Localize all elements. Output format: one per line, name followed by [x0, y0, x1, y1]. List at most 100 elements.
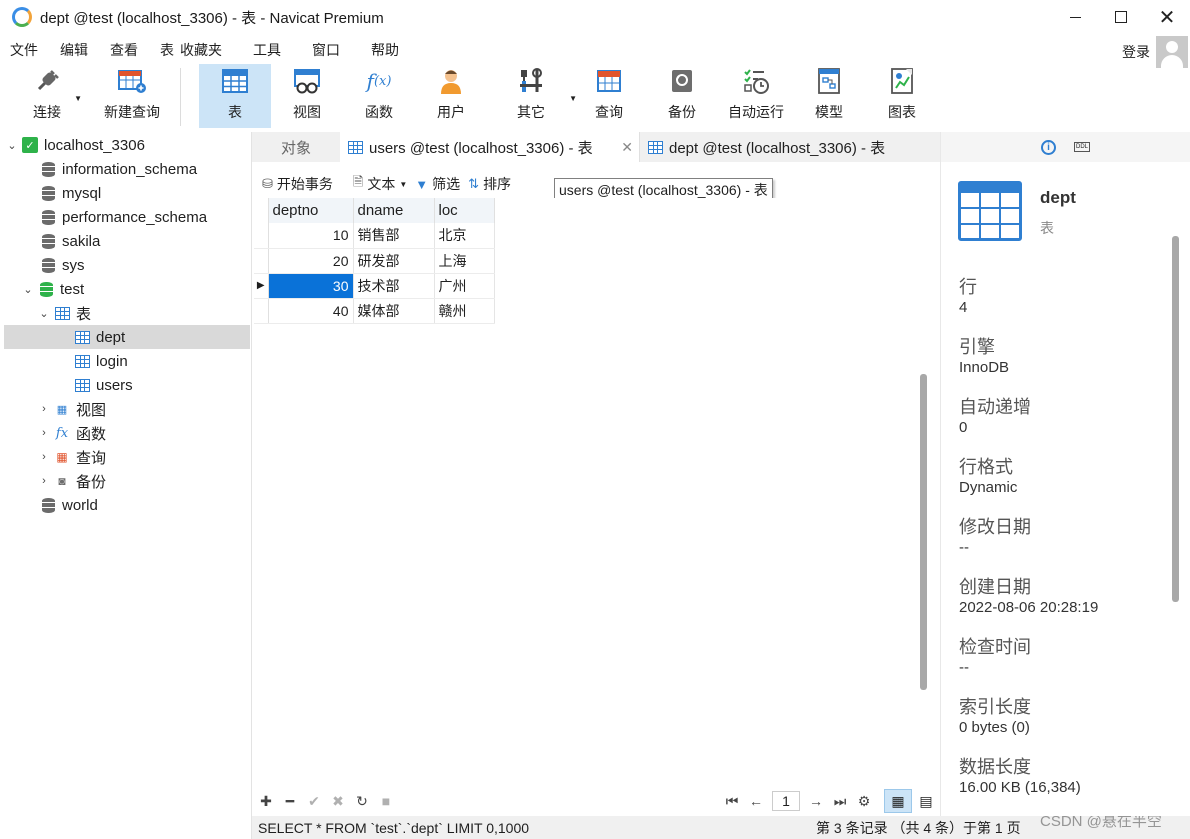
current-row-arrow-icon[interactable]: ▶	[254, 273, 269, 299]
settings-gear-icon[interactable]: ⚙	[852, 793, 876, 810]
previous-page-icon[interactable]: ←	[744, 793, 768, 809]
cell-loc[interactable]: 广州	[434, 273, 495, 299]
chevron-right-icon[interactable]: ›	[38, 403, 50, 415]
grid-scrollbar[interactable]	[920, 374, 927, 690]
tree-db-world[interactable]: world	[36, 493, 98, 517]
tree-db-sakila[interactable]: sakila	[36, 229, 100, 253]
tree-folder-functions[interactable]: › fx 函数	[38, 421, 106, 445]
cell-deptno[interactable]: 40	[268, 298, 354, 324]
cell-deptno[interactable]: 10	[268, 223, 354, 249]
view-button[interactable]: 视图	[271, 64, 343, 128]
close-button[interactable]: ✕	[1144, 0, 1190, 34]
chevron-right-icon[interactable]: ›	[38, 427, 50, 439]
login-link[interactable]: 登录	[1122, 42, 1150, 62]
tree-db-information-schema[interactable]: information_schema	[36, 157, 197, 181]
cell-deptno[interactable]: 20	[268, 248, 354, 274]
tree-table-login[interactable]: login	[70, 349, 128, 373]
cell-dname[interactable]: 研发部	[353, 248, 435, 274]
apply-changes-icon[interactable]: ✔	[302, 793, 326, 810]
user-button[interactable]: 用户	[415, 64, 487, 128]
tab-dept[interactable]: dept @test (localhost_3306) - 表	[640, 132, 940, 162]
tab-objects[interactable]: 对象	[252, 132, 340, 162]
chevron-down-icon[interactable]: ⌄	[6, 139, 18, 152]
last-page-icon[interactable]: ⏭	[828, 793, 852, 810]
tree-db-sys[interactable]: sys	[36, 253, 85, 277]
maximize-button[interactable]	[1098, 0, 1144, 34]
chevron-down-icon[interactable]: ⌄	[22, 283, 34, 296]
table-row[interactable]: ▶ 30 技术部 广州	[254, 273, 495, 299]
delete-record-icon[interactable]: ━	[278, 793, 302, 810]
chevron-down-icon[interactable]: ⌄	[38, 307, 50, 320]
text-button[interactable]: 🗎 文本 ▼	[349, 173, 411, 195]
cell-loc[interactable]: 上海	[434, 248, 495, 274]
tab-users[interactable]: users @test (localhost_3306) - 表 ✕	[340, 132, 640, 162]
model-button[interactable]: 模型	[793, 64, 865, 128]
info-panel-scrollbar[interactable]	[1172, 236, 1179, 602]
cell-dname[interactable]: 销售部	[353, 223, 435, 249]
grid-view-icon[interactable]: ▦	[884, 789, 912, 813]
menu-help[interactable]: 帮助	[360, 40, 410, 60]
table-row[interactable]: 40 媒体部 赣州	[254, 298, 495, 324]
function-button[interactable]: f (x) 函数	[343, 64, 415, 128]
menu-view[interactable]: 查看	[99, 40, 149, 60]
row-marker[interactable]	[254, 248, 269, 274]
page-number-input[interactable]: 1	[772, 791, 800, 811]
tree-db-mysql[interactable]: mysql	[36, 181, 101, 205]
menu-favorites[interactable]: 收藏夹	[178, 40, 242, 60]
other-button[interactable]: 其它 ▼	[491, 64, 577, 128]
chevron-right-icon[interactable]: ›	[38, 475, 50, 487]
cell-loc[interactable]: 北京	[434, 223, 495, 249]
connect-dropdown-icon[interactable]: ▼	[74, 94, 82, 103]
begin-transaction-button[interactable]: ⛁ 开始事务	[258, 174, 337, 194]
tree-db-performance-schema[interactable]: performance_schema	[36, 205, 207, 229]
close-icon[interactable]: ✕	[621, 139, 633, 156]
chart-button[interactable]: 图表	[865, 64, 939, 128]
first-page-icon[interactable]: ⏮	[720, 793, 744, 810]
row-marker[interactable]	[254, 298, 269, 324]
table-row[interactable]: 10 销售部 北京	[254, 223, 495, 249]
tree-folder-tables[interactable]: ⌄ 表	[38, 301, 91, 325]
backup-icon	[667, 66, 697, 96]
tree-table-users[interactable]: users	[70, 373, 133, 397]
tree-folder-backups[interactable]: › ◙ 备份	[38, 469, 106, 493]
menu-edit[interactable]: 编辑	[49, 40, 99, 60]
minimize-button[interactable]	[1052, 0, 1098, 34]
automation-button[interactable]: 自动运行	[719, 64, 793, 128]
column-header-deptno[interactable]: deptno	[268, 198, 354, 223]
tree-folder-queries[interactable]: › ▦ 查询	[38, 445, 106, 469]
menu-tools[interactable]: 工具	[242, 40, 301, 60]
add-record-icon[interactable]: ✚	[254, 793, 278, 810]
cell-loc[interactable]: 赣州	[434, 298, 495, 324]
refresh-icon[interactable]: ↻	[350, 793, 374, 810]
menu-table[interactable]: 表	[149, 40, 178, 60]
column-header-loc[interactable]: loc	[434, 198, 495, 223]
cell-deptno[interactable]: 30	[268, 273, 354, 299]
discard-changes-icon[interactable]: ✖	[326, 793, 350, 810]
filter-button[interactable]: ▼ 筛选	[411, 174, 464, 194]
new-query-button[interactable]: 新建查询	[92, 64, 172, 128]
tree-db-test[interactable]: ⌄ test	[22, 277, 84, 301]
backup-button[interactable]: 备份	[645, 64, 719, 128]
menu-file[interactable]: 文件	[0, 40, 49, 60]
stop-icon[interactable]: ■	[374, 793, 398, 809]
sort-button[interactable]: ⇅ 排序	[464, 174, 515, 194]
prop-value-row-format: Dynamic	[959, 479, 1018, 496]
row-marker[interactable]	[254, 223, 269, 249]
menu-window[interactable]: 窗口	[301, 40, 360, 60]
table-row[interactable]: 20 研发部 上海	[254, 248, 495, 274]
ddl-icon[interactable]: DDL	[1073, 142, 1090, 152]
table-button[interactable]: 表	[199, 64, 271, 128]
cell-dname[interactable]: 媒体部	[353, 298, 435, 324]
tree-table-dept[interactable]: dept	[4, 325, 250, 349]
query-button[interactable]: 查询	[573, 64, 645, 128]
connect-button[interactable]: 连接 ▼	[14, 64, 82, 128]
tree-folder-views[interactable]: › ▦ 视图	[38, 397, 106, 421]
prop-value-modified-date: --	[959, 539, 969, 556]
form-view-icon[interactable]: ▤	[912, 789, 940, 813]
next-page-icon[interactable]: →	[804, 793, 828, 809]
chevron-right-icon[interactable]: ›	[38, 451, 50, 463]
cell-dname[interactable]: 技术部	[353, 273, 435, 299]
tree-connection-localhost[interactable]: ⌄ ✓ localhost_3306	[6, 133, 145, 157]
column-header-dname[interactable]: dname	[353, 198, 435, 223]
info-icon[interactable]: i	[1040, 139, 1056, 155]
